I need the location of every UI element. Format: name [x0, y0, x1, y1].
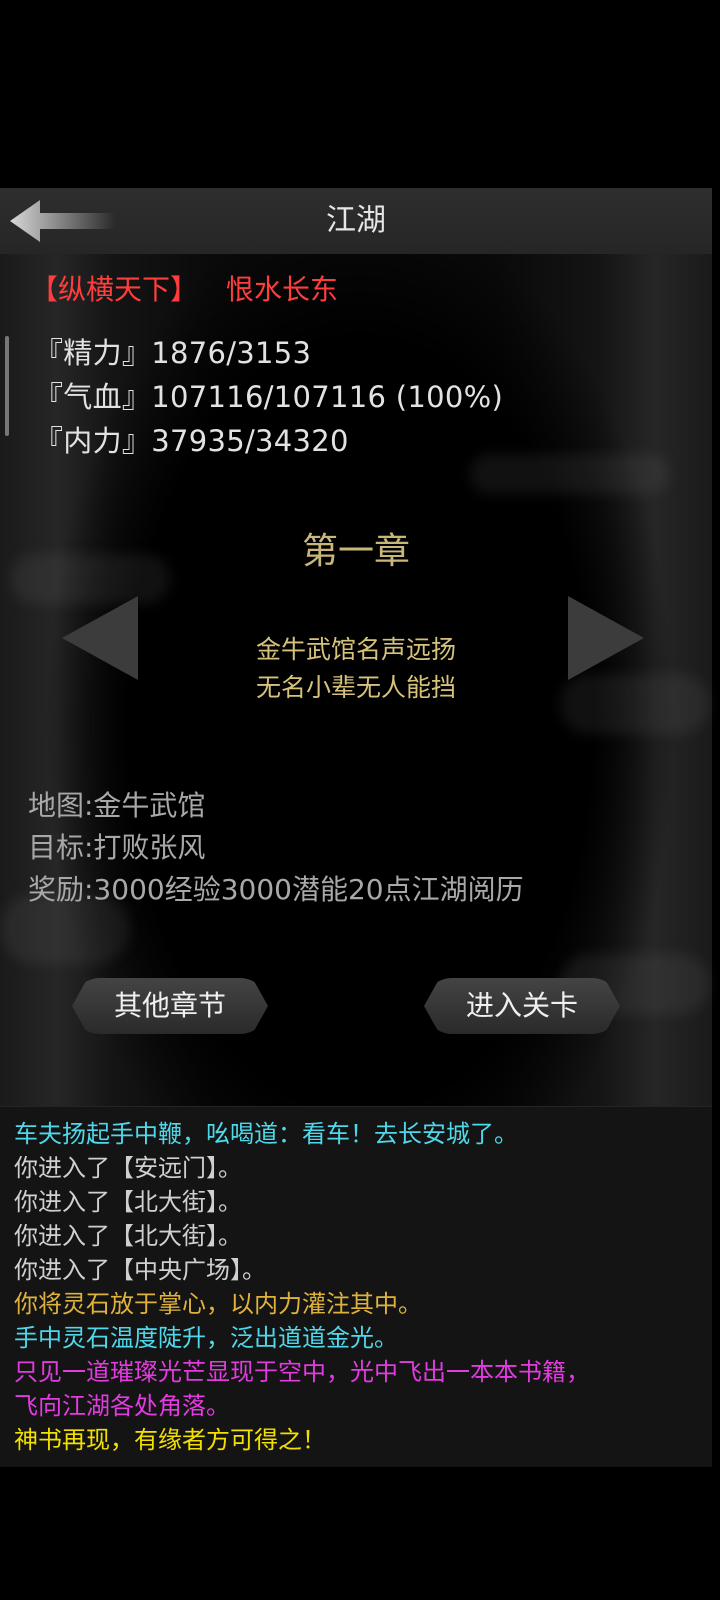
header-bar: 江湖	[0, 188, 712, 255]
stat-energy: 『精力』1876/3153	[34, 336, 312, 370]
chapter-reward: 奖励:3000经验3000潜能20点江湖阅历	[28, 873, 524, 906]
log-line: 神书再现，有缘者方可得之！	[14, 1426, 326, 1454]
log-line: 你进入了【北大街】。	[14, 1222, 242, 1250]
sect-name: 【纵横天下】	[30, 273, 199, 306]
log-line: 你进入了【北大街】。	[14, 1188, 242, 1216]
player-title: 【纵横天下】 恨水长东	[30, 268, 366, 308]
log-line: 只见一道璀璨光芒显现于空中，光中飞出一本本书籍，	[14, 1358, 590, 1386]
player-name: 恨水长东	[226, 273, 339, 306]
prev-chapter-arrow-icon[interactable]	[62, 596, 138, 680]
smoke-decoration	[470, 454, 670, 494]
stat-health: 『气血』107116/107116 (100%)	[34, 380, 504, 414]
log-line: 车夫扬起手中鞭，吆喝道：看车！去长安城了。	[14, 1120, 518, 1148]
other-chapters-button[interactable]: 其他章节	[72, 978, 268, 1034]
scroll-indicator[interactable]	[5, 336, 9, 436]
chapter-goal: 目标:打败张风	[28, 831, 206, 864]
chapter-title: 第一章	[301, 531, 410, 572]
enter-level-button[interactable]: 进入关卡	[424, 978, 620, 1034]
stat-inner-power: 『内力』37935/34320	[34, 424, 349, 458]
next-chapter-arrow-icon[interactable]	[568, 596, 644, 680]
log-line: 飞向江湖各处角落。	[14, 1392, 230, 1420]
chapter-map: 地图:金牛武馆	[28, 789, 206, 822]
log-line: 手中灵石温度陡升，泛出道道金光。	[14, 1324, 398, 1352]
log-line: 你将灵石放于掌心，以内力灌注其中。	[14, 1290, 422, 1318]
page-title: 江湖	[326, 203, 386, 238]
log-line: 你进入了【安远门】。	[14, 1154, 242, 1182]
log-line: 你进入了【中央广场】。	[14, 1256, 266, 1284]
